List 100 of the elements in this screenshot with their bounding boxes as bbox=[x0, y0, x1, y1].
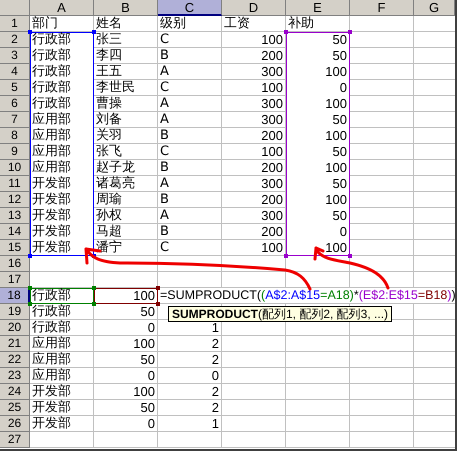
formula-text[interactable]: =SUMPRODUCT((A$2:A$15=A18)*(E$2:E$15=B18)) bbox=[160, 288, 455, 303]
row-header[interactable]: 23 bbox=[0, 368, 30, 384]
row-header[interactable]: 17 bbox=[0, 272, 30, 288]
row-header[interactable]: 4 bbox=[0, 64, 30, 80]
row-header[interactable]: 14 bbox=[0, 224, 30, 240]
row-header[interactable]: 13 bbox=[0, 208, 30, 224]
cell-number: 100 bbox=[261, 32, 283, 47]
selection-handle[interactable] bbox=[156, 286, 160, 290]
selection-handle[interactable] bbox=[92, 286, 96, 290]
highlighted-cell[interactable]: 100 bbox=[286, 96, 350, 112]
selection-handle[interactable] bbox=[284, 30, 288, 34]
column-header[interactable]: F bbox=[350, 0, 414, 16]
highlighted-cell[interactable]: 50 bbox=[286, 176, 350, 192]
select-all-button[interactable] bbox=[0, 0, 30, 16]
highlighted-cell[interactable]: 行政部 bbox=[30, 96, 94, 112]
selection-handle[interactable] bbox=[28, 254, 32, 258]
cell-text: 马超 bbox=[96, 224, 122, 239]
highlighted-cell[interactable]: 开发部 bbox=[30, 240, 94, 256]
highlighted-cell[interactable]: 行政部 bbox=[30, 32, 94, 48]
column-header[interactable]: B bbox=[94, 0, 158, 16]
cell-number: 50 bbox=[332, 48, 347, 63]
row-header[interactable]: 19 bbox=[0, 304, 30, 320]
cell-text: 王五 bbox=[96, 64, 122, 79]
row-header[interactable]: 12 bbox=[0, 192, 30, 208]
highlighted-cell[interactable]: 0 bbox=[286, 80, 350, 96]
row-header[interactable]: 26 bbox=[0, 416, 30, 432]
row-header[interactable]: 16 bbox=[0, 256, 30, 272]
cell-text: 关羽 bbox=[96, 128, 122, 143]
row-header[interactable]: 3 bbox=[0, 48, 30, 64]
highlighted-cell[interactable]: 100 bbox=[286, 64, 350, 80]
column-header[interactable]: D bbox=[222, 0, 286, 16]
row-header[interactable]: 27 bbox=[0, 432, 30, 448]
cell-text: 应用部 bbox=[32, 112, 71, 127]
cell-number: 200 bbox=[261, 128, 283, 143]
row-header[interactable]: 25 bbox=[0, 400, 30, 416]
highlighted-cell[interactable]: 应用部 bbox=[30, 160, 94, 176]
highlighted-cell[interactable]: 行政部 bbox=[30, 64, 94, 80]
selection-handle[interactable] bbox=[92, 254, 96, 258]
selection-handle[interactable] bbox=[156, 302, 160, 306]
row-header[interactable]: 7 bbox=[0, 112, 30, 128]
selection-handle[interactable] bbox=[28, 30, 32, 34]
highlighted-cell[interactable]: 50 bbox=[286, 112, 350, 128]
cell-text: C bbox=[160, 32, 170, 47]
highlighted-cell[interactable]: 应用部 bbox=[30, 112, 94, 128]
row-header[interactable]: 1 bbox=[0, 16, 30, 32]
row-header[interactable]: 2 bbox=[0, 32, 30, 48]
cell-text: A bbox=[160, 112, 169, 127]
row-header[interactable]: 15 bbox=[0, 240, 30, 256]
column-header[interactable]: E bbox=[286, 0, 350, 16]
highlighted-cell[interactable]: 行政部 bbox=[30, 80, 94, 96]
highlighted-cell[interactable]: 100 bbox=[286, 160, 350, 176]
row-header[interactable]: 8 bbox=[0, 128, 30, 144]
cell-text: 部门 bbox=[32, 16, 58, 31]
cell-number: 1 bbox=[212, 320, 219, 335]
selection-handle[interactable] bbox=[92, 302, 96, 306]
row-header[interactable]: 9 bbox=[0, 144, 30, 160]
highlighted-cell[interactable]: 50 bbox=[286, 32, 350, 48]
selection-handle[interactable] bbox=[348, 30, 352, 34]
highlighted-cell[interactable]: 行政部 bbox=[30, 48, 94, 64]
row-header[interactable]: 5 bbox=[0, 80, 30, 96]
selection-handle[interactable] bbox=[348, 254, 352, 258]
selection-handle[interactable] bbox=[92, 30, 96, 34]
highlighted-cell[interactable]: 开发部 bbox=[30, 192, 94, 208]
cell-text: 李四 bbox=[96, 48, 122, 63]
highlighted-cell[interactable]: 开发部 bbox=[30, 176, 94, 192]
cell-text: 工资 bbox=[224, 16, 250, 31]
cell-number: 50 bbox=[140, 352, 155, 367]
highlighted-cell[interactable]: 50 bbox=[286, 208, 350, 224]
cell-number: 0 bbox=[148, 368, 155, 383]
highlighted-cell[interactable]: 50 bbox=[286, 144, 350, 160]
highlighted-cell[interactable]: 开发部 bbox=[30, 224, 94, 240]
highlighted-cell[interactable]: 100 bbox=[94, 288, 158, 304]
selection-handle[interactable] bbox=[28, 286, 32, 290]
row-header[interactable]: 10 bbox=[0, 160, 30, 176]
highlighted-cell[interactable]: 100 bbox=[286, 192, 350, 208]
highlighted-cell[interactable]: 50 bbox=[286, 48, 350, 64]
column-header[interactable]: G bbox=[414, 0, 455, 16]
row-header[interactable]: 20 bbox=[0, 320, 30, 336]
selection-handle[interactable] bbox=[28, 302, 32, 306]
highlighted-cell[interactable]: 开发部 bbox=[30, 208, 94, 224]
selection-handle[interactable] bbox=[284, 254, 288, 258]
row-header[interactable]: 24 bbox=[0, 384, 30, 400]
column-header[interactable]: C bbox=[158, 0, 222, 16]
row-header[interactable]: 6 bbox=[0, 96, 30, 112]
highlighted-cell[interactable]: 行政部 bbox=[30, 288, 94, 304]
cell-text: 张飞 bbox=[96, 144, 122, 159]
cell-number: 0 bbox=[212, 368, 219, 383]
row-header[interactable]: 22 bbox=[0, 352, 30, 368]
highlighted-cell[interactable]: 应用部 bbox=[30, 128, 94, 144]
cell-number: 50 bbox=[140, 304, 155, 319]
row-header[interactable]: 11 bbox=[0, 176, 30, 192]
highlighted-cell[interactable]: 100 bbox=[286, 240, 350, 256]
highlighted-cell[interactable]: 应用部 bbox=[30, 144, 94, 160]
highlighted-cell[interactable]: 0 bbox=[286, 224, 350, 240]
row-header[interactable]: 21 bbox=[0, 336, 30, 352]
highlighted-cell[interactable]: 100 bbox=[286, 128, 350, 144]
column-header[interactable]: A bbox=[30, 0, 94, 16]
cell-number: 100 bbox=[133, 288, 155, 303]
row-header[interactable]: 18 bbox=[0, 288, 30, 304]
cell-text: 刘备 bbox=[96, 112, 122, 127]
